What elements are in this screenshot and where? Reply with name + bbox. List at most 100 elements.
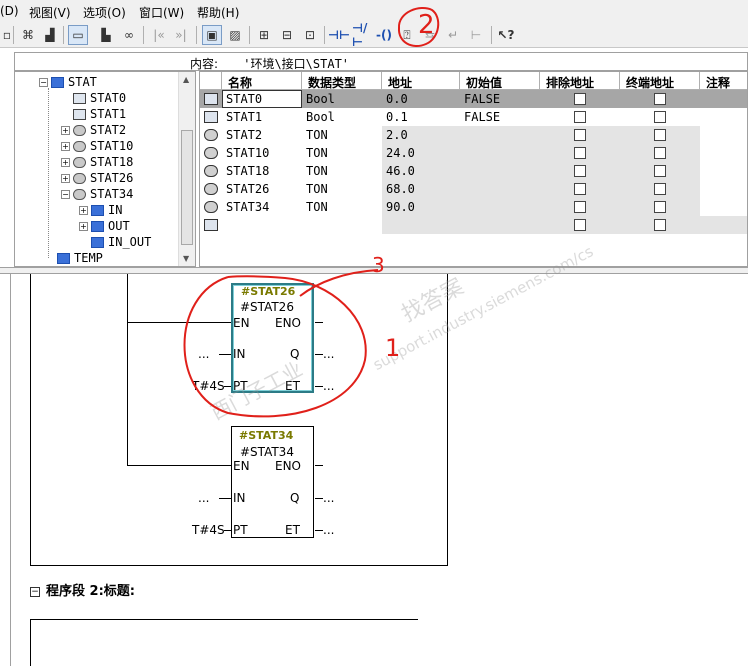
network-2-caption[interactable]: − 程序段 2:标题: bbox=[30, 580, 135, 599]
branch-icon[interactable]: ⊟ bbox=[277, 25, 297, 45]
exclude-address-checkbox[interactable] bbox=[574, 147, 586, 159]
window-icon[interactable]: ▣ bbox=[202, 25, 222, 45]
monitor-icon[interactable]: ∞ bbox=[119, 25, 139, 45]
cell-address[interactable] bbox=[382, 216, 460, 234]
cell-initial[interactable]: FALSE bbox=[460, 90, 540, 108]
cell-datatype[interactable]: TON bbox=[302, 144, 382, 162]
cell-initial[interactable] bbox=[460, 162, 540, 180]
table-row[interactable]: STAT26 TON 68.0 bbox=[200, 180, 747, 198]
terminal-address-checkbox[interactable] bbox=[654, 183, 666, 195]
cell-initial[interactable] bbox=[460, 180, 540, 198]
exclude-address-checkbox[interactable] bbox=[574, 183, 586, 195]
cell-address[interactable]: 68.0 bbox=[382, 180, 460, 198]
help-pointer-icon[interactable]: ↖? bbox=[496, 25, 516, 45]
terminal-address-checkbox[interactable] bbox=[654, 219, 666, 231]
tree-node[interactable]: + STAT2 bbox=[61, 122, 126, 138]
cell-name[interactable]: STAT26 bbox=[222, 180, 302, 198]
overview-icon[interactable]: ▭ bbox=[68, 25, 88, 45]
cell-address[interactable]: 0.1 bbox=[382, 108, 460, 126]
block-1-instance-label[interactable]: #STAT26 bbox=[241, 285, 295, 298]
terminal-address-checkbox[interactable] bbox=[654, 201, 666, 213]
tree-node[interactable]: − STAT34 bbox=[61, 186, 133, 202]
menu-window[interactable]: 窗口(W) bbox=[139, 4, 184, 21]
table-row[interactable]: STAT34 TON 90.0 bbox=[200, 198, 747, 216]
column-header-comment[interactable]: 注释 bbox=[700, 72, 747, 90]
column-header-name[interactable]: 名称 bbox=[222, 72, 302, 90]
no-contact-icon[interactable]: ⊣⊢ bbox=[328, 25, 350, 45]
menu-help[interactable]: 帮助(H) bbox=[197, 4, 239, 21]
cell-initial[interactable] bbox=[460, 144, 540, 162]
block-2-et-value[interactable]: ... bbox=[323, 523, 334, 537]
terminal-address-checkbox[interactable] bbox=[654, 165, 666, 177]
block-1-in-value[interactable]: ... bbox=[198, 347, 209, 361]
tree-node[interactable]: + IN bbox=[79, 202, 122, 218]
connection-icon[interactable]: ⊢ bbox=[466, 25, 486, 45]
terminal-address-checkbox[interactable] bbox=[654, 147, 666, 159]
tree-node[interactable]: IN_OUT bbox=[79, 234, 151, 250]
block-2-in-value[interactable]: ... bbox=[198, 491, 209, 505]
terminal-address-checkbox[interactable] bbox=[654, 129, 666, 141]
exclude-address-checkbox[interactable] bbox=[574, 111, 586, 123]
cell-name[interactable]: STAT1 bbox=[222, 108, 302, 126]
table-row[interactable] bbox=[200, 216, 747, 234]
tree-node[interactable]: − STAT bbox=[39, 74, 97, 90]
timer-block-stat34[interactable] bbox=[231, 426, 314, 538]
cell-datatype[interactable]: TON bbox=[302, 198, 382, 216]
open-branch-icon[interactable]: ⇆ bbox=[420, 25, 440, 45]
table-row[interactable]: STAT2 TON 2.0 bbox=[200, 126, 747, 144]
exclude-address-checkbox[interactable] bbox=[574, 219, 586, 231]
cell-address[interactable]: 2.0 bbox=[382, 126, 460, 144]
collapse-icon[interactable]: − bbox=[61, 189, 70, 199]
pane-splitter[interactable] bbox=[0, 267, 748, 274]
terminal-address-checkbox[interactable] bbox=[654, 111, 666, 123]
cell-datatype[interactable]: TON bbox=[302, 126, 382, 144]
menu-view[interactable]: 视图(V) bbox=[29, 4, 71, 21]
menu-edit-tail[interactable]: (D) bbox=[0, 4, 19, 18]
column-header-initial[interactable]: 初始值 bbox=[460, 72, 540, 90]
scroll-up-icon[interactable]: ▲ bbox=[183, 75, 189, 84]
expand-icon[interactable]: + bbox=[61, 125, 70, 135]
cell-datatype[interactable]: Bool bbox=[302, 108, 382, 126]
table-row[interactable]: STAT1 Bool 0.1 FALSE bbox=[200, 108, 747, 126]
download-icon[interactable]: ▟ bbox=[40, 25, 60, 45]
coil-icon[interactable]: -() bbox=[374, 25, 394, 45]
block-1-q-value[interactable]: ... bbox=[323, 347, 334, 361]
cell-initial[interactable] bbox=[460, 126, 540, 144]
column-header-datatype[interactable]: 数据类型 bbox=[302, 72, 382, 90]
network-2-title[interactable]: 程序段 2:标题: bbox=[46, 584, 135, 599]
terminal-address-checkbox[interactable] bbox=[654, 93, 666, 105]
cell-name[interactable]: STAT10 bbox=[222, 144, 302, 162]
menu-options[interactable]: 选项(O) bbox=[83, 4, 126, 21]
nc-contact-icon[interactable]: ⊣/⊢ bbox=[352, 21, 372, 49]
expand-icon[interactable]: + bbox=[79, 221, 88, 231]
block-2-instance-label[interactable]: #STAT34 bbox=[239, 429, 293, 442]
compile-icon[interactable]: ⌘ bbox=[18, 25, 38, 45]
block-2-pt-value[interactable]: T#4S bbox=[192, 523, 225, 537]
cell-datatype[interactable]: TON bbox=[302, 180, 382, 198]
tree-node[interactable]: + STAT10 bbox=[61, 138, 133, 154]
exclude-address-checkbox[interactable] bbox=[574, 201, 586, 213]
cell-address[interactable]: 46.0 bbox=[382, 162, 460, 180]
tree-node[interactable]: + OUT bbox=[79, 218, 130, 234]
empty-box-icon[interactable]: ⍰ bbox=[397, 25, 417, 45]
tree-node[interactable]: TEMP bbox=[45, 250, 103, 266]
cell-initial[interactable]: FALSE bbox=[460, 108, 540, 126]
expand-icon[interactable]: + bbox=[61, 141, 70, 151]
cell-name[interactable]: STAT0 bbox=[222, 90, 302, 108]
tree-scrollbar[interactable]: ▲ ▼ bbox=[178, 72, 195, 266]
cell-initial[interactable] bbox=[460, 198, 540, 216]
expand-icon[interactable]: + bbox=[61, 173, 70, 183]
collapse-icon[interactable]: − bbox=[39, 77, 48, 87]
network-icon[interactable]: ▙ bbox=[96, 25, 116, 45]
tree-node[interactable]: STAT1 bbox=[61, 106, 126, 122]
exclude-address-checkbox[interactable] bbox=[574, 129, 586, 141]
expand-icon[interactable]: + bbox=[61, 157, 70, 167]
block-1-et-value[interactable]: ... bbox=[323, 379, 334, 393]
cell-name[interactable]: STAT2 bbox=[222, 126, 302, 144]
tree-node[interactable]: + STAT26 bbox=[61, 170, 133, 186]
exclude-address-checkbox[interactable] bbox=[574, 165, 586, 177]
scroll-thumb[interactable] bbox=[181, 130, 193, 245]
scroll-down-icon[interactable]: ▼ bbox=[183, 254, 189, 263]
cell-name[interactable]: STAT18 bbox=[222, 162, 302, 180]
column-header-terminal[interactable]: 终端地址 bbox=[620, 72, 700, 90]
